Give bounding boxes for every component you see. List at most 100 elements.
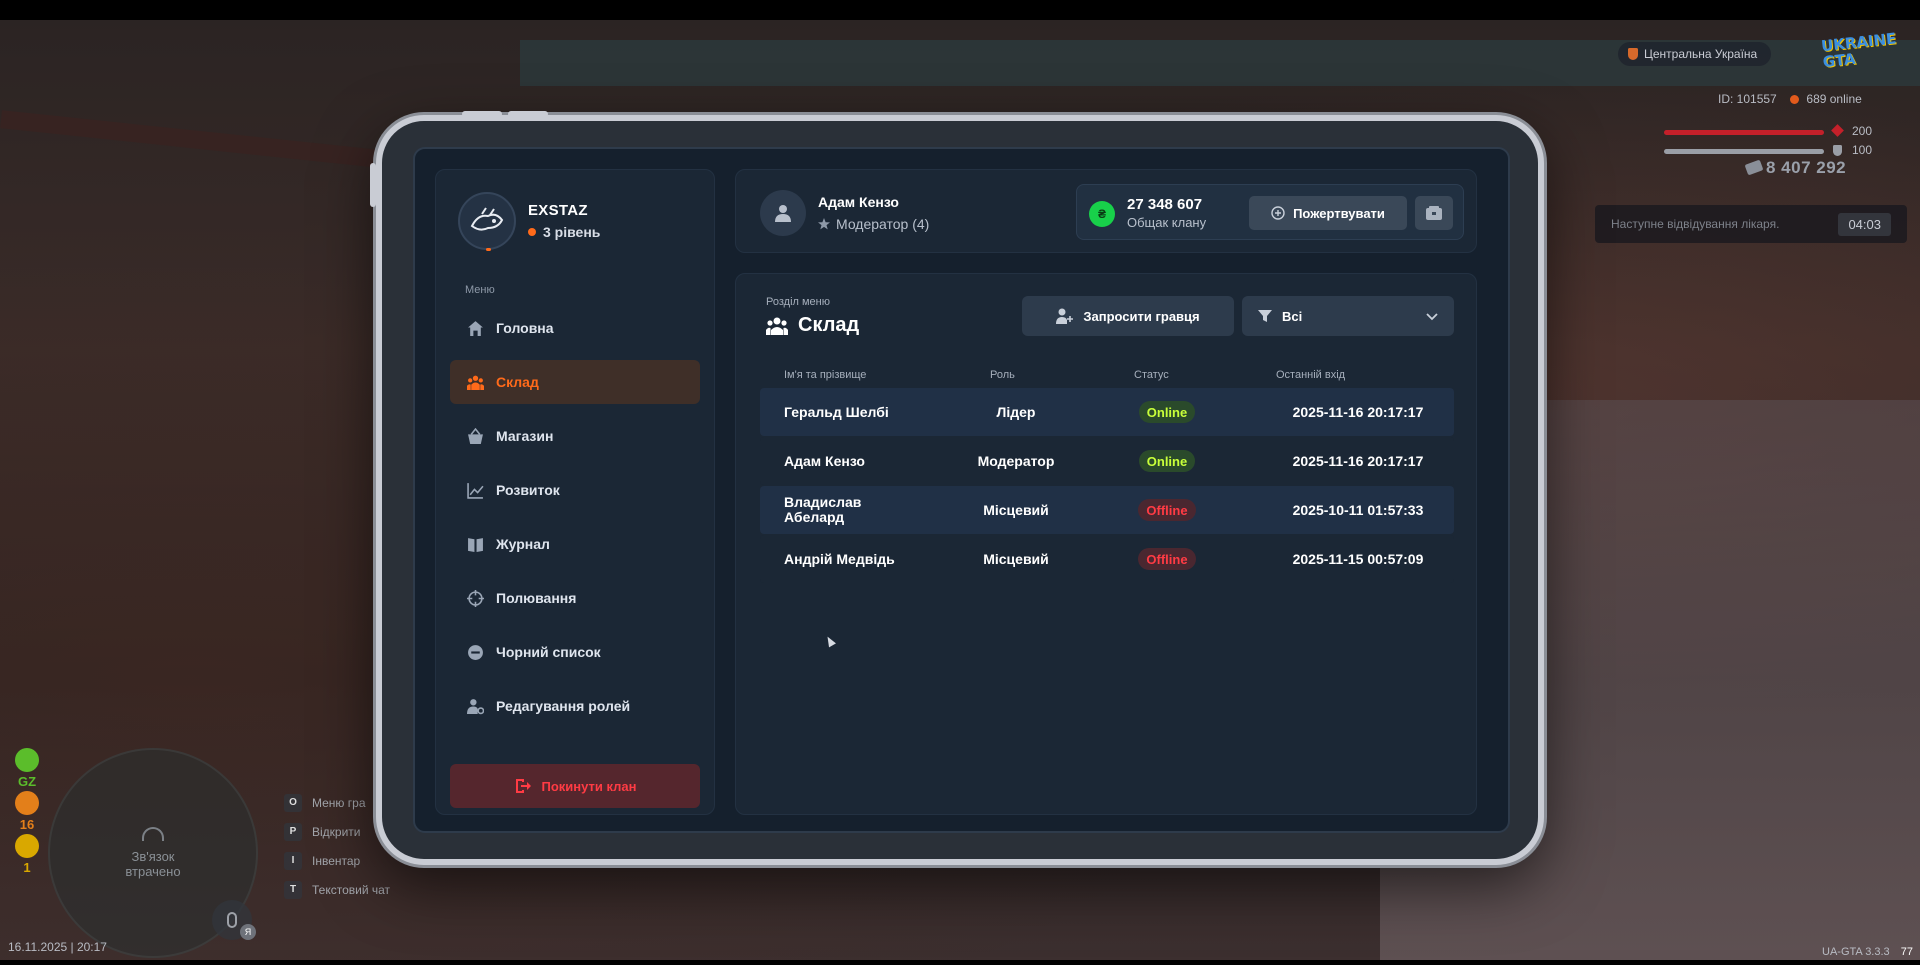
sidebar-item-label: Полювання	[496, 590, 577, 606]
status-badge: Online	[1138, 401, 1196, 423]
tablet-power-button	[370, 163, 376, 207]
key-cap: P	[284, 822, 302, 841]
no-signal-icon	[142, 827, 164, 841]
version-suffix: 77	[1900, 946, 1913, 958]
wall-beam	[0, 110, 380, 168]
clan-sidebar: EXSTAZ 3 рівень Меню Головна Склад Магаз…	[435, 169, 715, 815]
group-icon	[466, 373, 484, 391]
letterbox-top	[0, 0, 1920, 20]
menu-caption: Меню	[465, 284, 495, 296]
region-indicator: Центральна Україна	[1618, 42, 1772, 66]
level-dot-icon	[528, 228, 536, 236]
table-row[interactable]: Адам Кензо Модератор Online 2025-11-16 2…	[760, 437, 1454, 485]
home-icon	[466, 319, 484, 337]
table-row[interactable]: Владислав Абелард Місцевий Offline 2025-…	[760, 486, 1454, 534]
clan-avatar	[458, 192, 516, 251]
sidebar-item-journal[interactable]: Журнал	[450, 522, 700, 566]
sidebar-item-hunting[interactable]: Полювання	[450, 576, 700, 620]
column-header-name: Ім'я та прізвище	[784, 368, 867, 381]
hotkey-row: O Меню гра	[284, 788, 390, 817]
table-row[interactable]: Геральд Шелбі Лідер Online 2025-11-16 20…	[760, 388, 1454, 436]
donate-label: Пожертвувати	[1293, 205, 1385, 221]
user-icon	[775, 205, 791, 222]
sidebar-item-roles[interactable]: Редагування ролей	[450, 684, 700, 728]
player-id: ID: 101557	[1718, 92, 1777, 106]
sidebar-item-label: Розвиток	[496, 482, 560, 498]
clan-profile: EXSTAZ 3 рівень	[458, 192, 600, 251]
clan-emblem-icon	[470, 207, 504, 231]
sidebar-item-label: Магазин	[496, 428, 554, 444]
invite-player-button[interactable]: Запросити гравця	[1022, 296, 1234, 336]
sidebar-item-label: Чорний список	[496, 644, 601, 660]
sidebar-item-home[interactable]: Головна	[450, 306, 700, 350]
clan-level: 3 рівень	[528, 224, 600, 240]
sidebar-item-development[interactable]: Розвиток	[450, 468, 700, 512]
user-gear-icon	[466, 697, 484, 715]
leave-clan-label: Покинути клан	[541, 778, 637, 794]
clan-treasury: ₴ 27 348 607 Общак клану Пожертвувати	[1076, 184, 1464, 240]
mic-language: Я	[240, 924, 256, 940]
basket-icon	[466, 427, 484, 445]
leave-clan-button[interactable]: Покинути клан	[450, 764, 700, 808]
filter-value: Всі	[1282, 308, 1303, 324]
add-user-icon	[1056, 308, 1074, 324]
microphone-icon	[227, 912, 237, 928]
coin-icon: ₴	[1089, 201, 1115, 227]
member-role: Модератор	[977, 453, 1055, 469]
status-badge: Offline	[1138, 499, 1196, 521]
member-role: Місцевий	[983, 551, 1049, 567]
member-last-login: 2025-11-16 20:17:17	[1292, 453, 1424, 469]
column-header-status: Статус	[1134, 369, 1169, 381]
hotkey-label: Відкрити	[312, 824, 361, 839]
sidebar-item-storage[interactable]: Склад	[450, 360, 700, 404]
sidebar-item-blacklist[interactable]: Чорний список	[450, 630, 700, 674]
exit-icon	[515, 779, 531, 793]
doctor-notice: Наступне відвідування лікаря. 04:03	[1595, 205, 1907, 243]
current-user: Адам Кензо Модератор (4)	[760, 190, 929, 236]
clan-level-text: 3 рівень	[543, 224, 601, 240]
badge-1-label: 1	[23, 860, 31, 875]
sidebar-item-label: Журнал	[496, 536, 550, 552]
member-status-cell: Online	[1072, 401, 1262, 423]
user-role: Модератор (4)	[818, 216, 929, 232]
member-role: Лідер	[996, 404, 1036, 420]
clan-tablet: EXSTAZ 3 рівень Меню Головна Склад Магаз…	[370, 111, 1544, 865]
tablet-volume-button	[508, 111, 548, 117]
avatar	[760, 190, 806, 236]
voice-chat: Я	[212, 900, 256, 940]
sidebar-item-shop[interactable]: Магазин	[450, 414, 700, 458]
key-cap: T	[284, 880, 302, 899]
wallet-button[interactable]	[1415, 196, 1453, 230]
badge-16-label: 16	[19, 817, 35, 832]
member-role: Місцевий	[983, 502, 1049, 518]
game-version: UA-GTA 3.3.3 77	[1822, 946, 1913, 958]
status-filter-select[interactable]: Всі	[1242, 296, 1454, 336]
table-row[interactable]: Андрій Медвідь Місцевий Offline 2025-11-…	[760, 535, 1454, 583]
hotkey-label: Текстовий чат	[312, 882, 391, 897]
hotkey-list: O Меню гра P Відкрити I Інвентар T Текстовий…	[284, 788, 390, 904]
member-status-cell: Offline	[1072, 548, 1262, 570]
key-cap: I	[284, 851, 302, 870]
treasury-label: Общак клану	[1127, 215, 1207, 230]
region-shield-icon	[1628, 48, 1638, 60]
sidebar-menu: Головна Склад Магазин Розвиток Журнал По…	[450, 306, 700, 738]
armor-icon	[1833, 145, 1842, 156]
armor-bar	[1664, 149, 1824, 154]
donate-button[interactable]: Пожертвувати	[1249, 196, 1407, 230]
column-header-last-login: Останній вхід	[1276, 369, 1346, 381]
tablet-screen: EXSTAZ 3 рівень Меню Головна Склад Магаз…	[413, 147, 1510, 833]
doctor-timer: 04:03	[1838, 212, 1891, 236]
member-status-cell: Offline	[1072, 499, 1262, 521]
members-table: Ім'я та прізвище Роль Статус Останній вх…	[760, 362, 1454, 584]
hotkey-row: T Текстовий чат	[284, 875, 390, 904]
section-caption: Розділ меню	[766, 296, 830, 308]
status-badge: Offline	[1138, 548, 1196, 570]
region-name: Центральна Україна	[1644, 47, 1758, 61]
page-title-text: Склад	[798, 314, 860, 336]
book-icon	[466, 535, 484, 553]
wanted-icon	[15, 791, 39, 815]
version-text: UA-GTA 3.3.3	[1822, 946, 1890, 958]
hotkey-row: I Інвентар	[284, 846, 390, 875]
user-role-text: Модератор (4)	[836, 216, 930, 232]
invite-player-label: Запросити гравця	[1083, 308, 1200, 324]
